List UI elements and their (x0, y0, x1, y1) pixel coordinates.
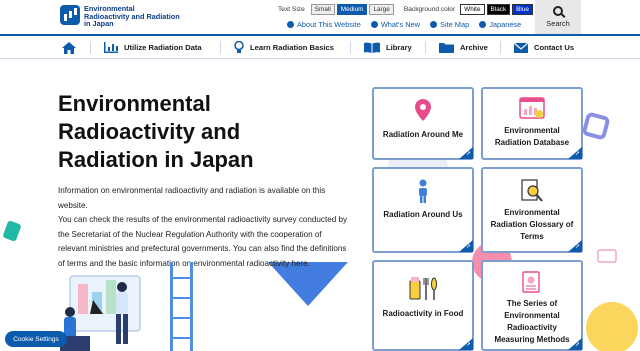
arrow-icon: ➚ (574, 151, 580, 157)
sitemap-icon (430, 21, 438, 28)
japanese-link[interactable]: Japanese (479, 20, 521, 29)
bg-blue-button[interactable]: Blue (512, 4, 533, 15)
location-pin-icon (415, 99, 431, 121)
card-radiation-around-me[interactable]: Radiation Around Me ➚ (372, 87, 474, 160)
database-chart-icon (519, 97, 545, 119)
search-icon (553, 6, 563, 16)
arrow-icon: ➚ (465, 342, 471, 348)
nav-home[interactable] (62, 36, 76, 59)
about-link[interactable]: About This Website (287, 20, 361, 29)
text-size-small[interactable]: Small (310, 4, 335, 15)
arrow-icon: ➚ (574, 342, 580, 348)
document-icon (522, 271, 540, 293)
book-icon (364, 42, 380, 53)
food-icon (409, 277, 437, 300)
nav-archive[interactable]: Archive (439, 36, 488, 59)
page-title: Environmental Radioactivity and Radiatio… (58, 91, 254, 172)
nav-library[interactable]: Library (364, 36, 412, 59)
hero-description: Information on environmental radioactivi… (58, 184, 350, 271)
folder-icon (439, 43, 454, 53)
logo-text: Environmental Radioactivity and Radiatio… (84, 4, 180, 29)
bg-color-label: Background color (403, 6, 456, 13)
bell-icon (370, 21, 378, 28)
arrow-icon: ➚ (465, 151, 471, 157)
text-size-large[interactable]: Large (369, 4, 394, 15)
display-controls: Text Size Small Medium Large Background … (278, 4, 535, 15)
envelope-icon (514, 42, 528, 53)
utility-links: About This Website What's New Site Map J… (287, 20, 531, 29)
nav-learn-basics[interactable]: Learn Radiation Basics (234, 36, 334, 59)
bg-white-button[interactable]: White (460, 4, 485, 15)
info-icon (287, 21, 294, 28)
arrow-icon: ➚ (465, 244, 471, 250)
nav-contact[interactable]: Contact Us (514, 36, 574, 59)
cookie-settings-button[interactable]: Cookie Settings (5, 331, 67, 347)
nav-utilize-data[interactable]: Utilize Radiation Data (104, 36, 202, 59)
person-icon (419, 179, 427, 203)
home-icon (62, 41, 76, 54)
site-map-link[interactable]: Site Map (430, 20, 469, 29)
globe-icon (479, 21, 487, 28)
lightbulb-icon (234, 41, 244, 53)
bar-chart-icon (104, 42, 118, 53)
text-size-label: Text Size (278, 6, 305, 13)
card-radiation-database[interactable]: Environmental Radiation Database ➚ (481, 87, 583, 160)
hero-desc-p1: Information on environmental radioactivi… (58, 186, 326, 210)
arrow-icon: ➚ (574, 244, 580, 250)
site-header: Environmental Radioactivity and Radiatio… (0, 0, 640, 34)
hero-illustration (60, 262, 193, 351)
card-radioactivity-in-food[interactable]: Radioactivity in Food ➚ (372, 260, 474, 351)
card-measuring-methods[interactable]: The Series of Environmental Radioactivit… (481, 260, 583, 351)
bg-black-button[interactable]: Black (486, 4, 511, 15)
text-size-medium[interactable]: Medium (336, 4, 368, 15)
site-logo[interactable]: Environmental Radioactivity and Radiatio… (60, 5, 184, 28)
search-button[interactable]: Search (535, 0, 581, 34)
card-radiation-around-us[interactable]: Radiation Around Us ➚ (372, 167, 474, 253)
card-glossary[interactable]: Environmental Radiation Glossary of Term… (481, 167, 583, 253)
whats-new-link[interactable]: What's New (370, 20, 420, 29)
glossary-search-icon (521, 179, 543, 202)
logo-mark-icon (60, 5, 80, 25)
main-nav: Utilize Radiation Data Learn Radiation B… (0, 34, 640, 59)
